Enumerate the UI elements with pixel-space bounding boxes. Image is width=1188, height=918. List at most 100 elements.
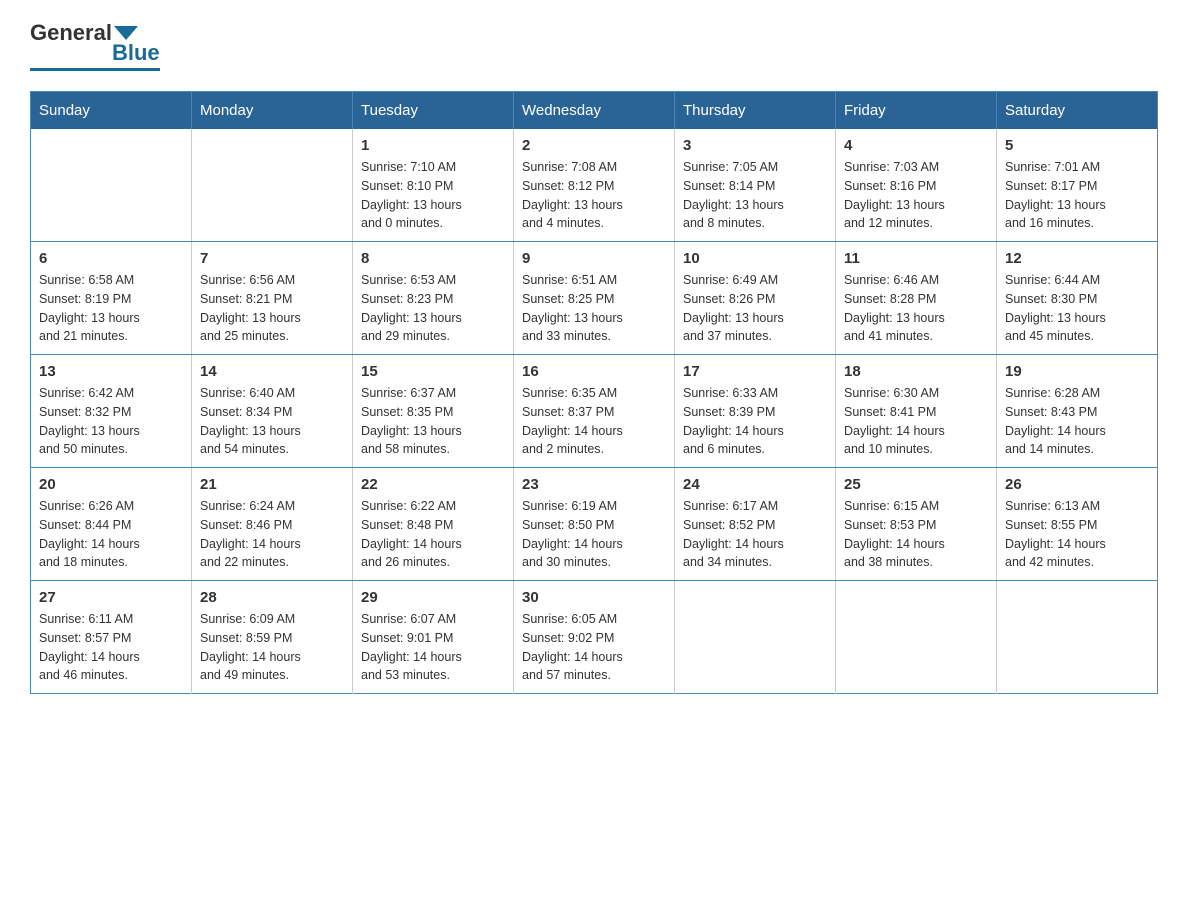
calendar-cell: 2 Sunrise: 7:08 AMSunset: 8:12 PMDaylight… <box>514 129 675 242</box>
calendar-week-row: 13 Sunrise: 6:42 AMSunset: 8:32 PMDayligh… <box>31 355 1158 468</box>
calendar-cell: 6Sunrise: 6:58 AMSunset: 8:19 PMDaylight… <box>31 242 192 355</box>
logo-blue-text: Blue <box>112 40 160 66</box>
day-info: Sunrise: 6:26 AMSunset: 8:44 PMDaylight:… <box>39 497 183 572</box>
calendar-cell: 30 Sunrise: 6:05 AMSunset: 9:02 PMDayligh… <box>514 581 675 694</box>
day-info: Sunrise: 6:11 AMSunset: 8:57 PMDaylight:… <box>39 610 183 685</box>
calendar-cell: 23 Sunrise: 6:19 AMSunset: 8:50 PMDayligh… <box>514 468 675 581</box>
day-number: 9 <box>522 250 666 267</box>
day-number: 22 <box>361 476 505 493</box>
day-info: Sunrise: 6:07 AMSunset: 9:01 PMDaylight:… <box>361 610 505 685</box>
day-number: 4 <box>844 137 988 154</box>
calendar-cell: 25 Sunrise: 6:15 AMSunset: 8:53 PMDayligh… <box>836 468 997 581</box>
day-number: 8 <box>361 250 505 267</box>
calendar-cell: 13 Sunrise: 6:42 AMSunset: 8:32 PMDayligh… <box>31 355 192 468</box>
day-info: Sunrise: 6:35 AMSunset: 8:37 PMDaylight:… <box>522 384 666 459</box>
day-info: Sunrise: 6:33 AMSunset: 8:39 PMDaylight:… <box>683 384 827 459</box>
calendar-cell: 10 Sunrise: 6:49 AMSunset: 8:26 PMDayligh… <box>675 242 836 355</box>
day-info: Sunrise: 7:01 AMSunset: 8:17 PMDaylight:… <box>1005 158 1149 233</box>
calendar-week-row: 1 Sunrise: 7:10 AMSunset: 8:10 PMDaylight… <box>31 129 1158 242</box>
day-number: 24 <box>683 476 827 493</box>
calendar-cell: 14 Sunrise: 6:40 AMSunset: 8:34 PMDayligh… <box>192 355 353 468</box>
calendar-header-row: SundayMondayTuesdayWednesdayThursdayFrid… <box>31 92 1158 130</box>
day-info: Sunrise: 7:05 AMSunset: 8:14 PMDaylight:… <box>683 158 827 233</box>
day-number: 15 <box>361 363 505 380</box>
day-number: 27 <box>39 589 183 606</box>
day-info: Sunrise: 6:05 AMSunset: 9:02 PMDaylight:… <box>522 610 666 685</box>
day-info: Sunrise: 6:40 AMSunset: 8:34 PMDaylight:… <box>200 384 344 459</box>
calendar-cell: 1 Sunrise: 7:10 AMSunset: 8:10 PMDaylight… <box>353 129 514 242</box>
calendar-week-row: 27 Sunrise: 6:11 AMSunset: 8:57 PMDayligh… <box>31 581 1158 694</box>
day-info: Sunrise: 6:09 AMSunset: 8:59 PMDaylight:… <box>200 610 344 685</box>
day-info: Sunrise: 6:51 AMSunset: 8:25 PMDaylight:… <box>522 271 666 346</box>
weekday-header-monday: Monday <box>192 92 353 130</box>
calendar-cell <box>31 129 192 242</box>
day-number: 10 <box>683 250 827 267</box>
calendar-cell <box>836 581 997 694</box>
day-number: 16 <box>522 363 666 380</box>
day-number: 21 <box>200 476 344 493</box>
day-info: Sunrise: 6:53 AMSunset: 8:23 PMDaylight:… <box>361 271 505 346</box>
day-number: 18 <box>844 363 988 380</box>
logo-underline <box>30 68 160 71</box>
calendar-week-row: 6Sunrise: 6:58 AMSunset: 8:19 PMDaylight… <box>31 242 1158 355</box>
calendar-cell: 29Sunrise: 6:07 AMSunset: 9:01 PMDayligh… <box>353 581 514 694</box>
day-info: Sunrise: 6:13 AMSunset: 8:55 PMDaylight:… <box>1005 497 1149 572</box>
weekday-header-saturday: Saturday <box>997 92 1158 130</box>
day-number: 3 <box>683 137 827 154</box>
day-info: Sunrise: 6:15 AMSunset: 8:53 PMDaylight:… <box>844 497 988 572</box>
day-number: 12 <box>1005 250 1149 267</box>
day-number: 13 <box>39 363 183 380</box>
calendar-cell: 12 Sunrise: 6:44 AMSunset: 8:30 PMDayligh… <box>997 242 1158 355</box>
weekday-header-thursday: Thursday <box>675 92 836 130</box>
weekday-header-sunday: Sunday <box>31 92 192 130</box>
calendar-cell <box>997 581 1158 694</box>
day-info: Sunrise: 6:37 AMSunset: 8:35 PMDaylight:… <box>361 384 505 459</box>
day-info: Sunrise: 6:28 AMSunset: 8:43 PMDaylight:… <box>1005 384 1149 459</box>
day-number: 30 <box>522 589 666 606</box>
day-number: 23 <box>522 476 666 493</box>
calendar-cell <box>192 129 353 242</box>
calendar-cell: 11 Sunrise: 6:46 AMSunset: 8:28 PMDayligh… <box>836 242 997 355</box>
calendar-cell: 18 Sunrise: 6:30 AMSunset: 8:41 PMDayligh… <box>836 355 997 468</box>
day-info: Sunrise: 6:58 AMSunset: 8:19 PMDaylight:… <box>39 271 183 346</box>
calendar-cell: 26 Sunrise: 6:13 AMSunset: 8:55 PMDayligh… <box>997 468 1158 581</box>
day-number: 7 <box>200 250 344 267</box>
day-info: Sunrise: 7:10 AMSunset: 8:10 PMDaylight:… <box>361 158 505 233</box>
day-info: Sunrise: 7:03 AMSunset: 8:16 PMDaylight:… <box>844 158 988 233</box>
day-number: 17 <box>683 363 827 380</box>
day-number: 11 <box>844 250 988 267</box>
calendar-cell: 7 Sunrise: 6:56 AMSunset: 8:21 PMDaylight… <box>192 242 353 355</box>
logo: General General Blue <box>30 20 160 71</box>
calendar-table: SundayMondayTuesdayWednesdayThursdayFrid… <box>30 91 1158 694</box>
day-info: Sunrise: 6:22 AMSunset: 8:48 PMDaylight:… <box>361 497 505 572</box>
day-info: Sunrise: 6:30 AMSunset: 8:41 PMDaylight:… <box>844 384 988 459</box>
calendar-cell: 8 Sunrise: 6:53 AMSunset: 8:23 PMDaylight… <box>353 242 514 355</box>
day-number: 14 <box>200 363 344 380</box>
calendar-cell: 27 Sunrise: 6:11 AMSunset: 8:57 PMDayligh… <box>31 581 192 694</box>
weekday-header-wednesday: Wednesday <box>514 92 675 130</box>
calendar-cell: 28Sunrise: 6:09 AMSunset: 8:59 PMDayligh… <box>192 581 353 694</box>
day-number: 1 <box>361 137 505 154</box>
day-info: Sunrise: 6:42 AMSunset: 8:32 PMDaylight:… <box>39 384 183 459</box>
day-info: Sunrise: 6:46 AMSunset: 8:28 PMDaylight:… <box>844 271 988 346</box>
day-info: Sunrise: 6:56 AMSunset: 8:21 PMDaylight:… <box>200 271 344 346</box>
day-info: Sunrise: 6:19 AMSunset: 8:50 PMDaylight:… <box>522 497 666 572</box>
day-number: 5 <box>1005 137 1149 154</box>
day-info: Sunrise: 6:49 AMSunset: 8:26 PMDaylight:… <box>683 271 827 346</box>
calendar-cell: 9 Sunrise: 6:51 AMSunset: 8:25 PMDaylight… <box>514 242 675 355</box>
day-info: Sunrise: 6:24 AMSunset: 8:46 PMDaylight:… <box>200 497 344 572</box>
day-info: Sunrise: 6:44 AMSunset: 8:30 PMDaylight:… <box>1005 271 1149 346</box>
day-number: 25 <box>844 476 988 493</box>
weekday-header-friday: Friday <box>836 92 997 130</box>
calendar-cell: 15 Sunrise: 6:37 AMSunset: 8:35 PMDayligh… <box>353 355 514 468</box>
calendar-cell: 24 Sunrise: 6:17 AMSunset: 8:52 PMDayligh… <box>675 468 836 581</box>
day-number: 2 <box>522 137 666 154</box>
page-header: General General Blue <box>30 20 1158 71</box>
weekday-header-tuesday: Tuesday <box>353 92 514 130</box>
day-info: Sunrise: 7:08 AMSunset: 8:12 PMDaylight:… <box>522 158 666 233</box>
day-number: 26 <box>1005 476 1149 493</box>
day-info: Sunrise: 6:17 AMSunset: 8:52 PMDaylight:… <box>683 497 827 572</box>
calendar-cell: 20 Sunrise: 6:26 AMSunset: 8:44 PMDayligh… <box>31 468 192 581</box>
day-number: 20 <box>39 476 183 493</box>
calendar-cell: 5 Sunrise: 7:01 AMSunset: 8:17 PMDaylight… <box>997 129 1158 242</box>
